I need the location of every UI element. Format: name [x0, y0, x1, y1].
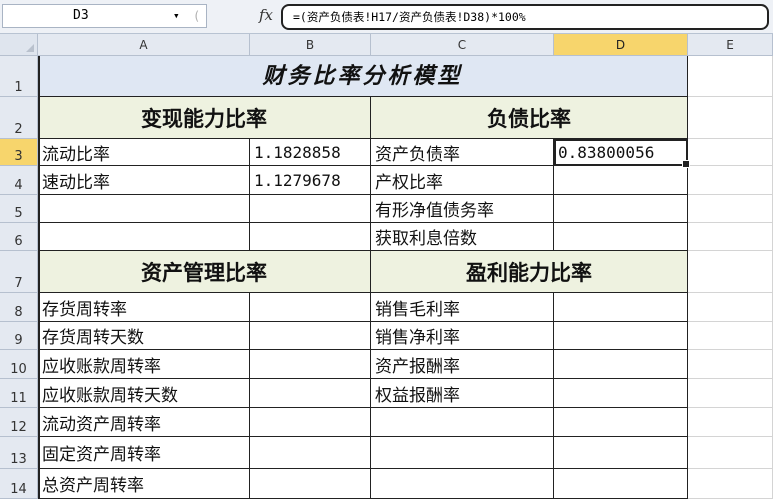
cell-e4[interactable] — [688, 166, 773, 195]
section-debt[interactable]: 负债比率 — [371, 97, 688, 139]
cell-e9[interactable] — [688, 322, 773, 350]
cell-c10[interactable]: 资产报酬率 — [371, 350, 554, 379]
active-cell-selection[interactable] — [554, 139, 690, 168]
row-header-11[interactable]: 11 — [0, 379, 38, 408]
cell-c9[interactable]: 销售净利率 — [371, 322, 554, 350]
column-header-bar: A B C D E — [0, 34, 773, 56]
cell-d12[interactable] — [554, 408, 688, 437]
row-header-8[interactable]: 8 — [0, 293, 38, 322]
cell-d4[interactable] — [554, 166, 688, 195]
cell-d14[interactable] — [554, 469, 688, 499]
cell-b13[interactable] — [250, 437, 371, 469]
cell-a11[interactable]: 应收账款周转天数 — [38, 379, 250, 408]
name-box-value: D3 — [73, 8, 89, 23]
cell-a10[interactable]: 应收账款周转率 — [38, 350, 250, 379]
cell-c6[interactable]: 获取利息倍数 — [371, 223, 554, 251]
cell-b3[interactable]: 1.1828858 — [250, 139, 371, 166]
formula-bar: D3 ▾ ( fx =(资产负债表!H17/资产负债表!D38)*100% — [0, 0, 773, 34]
cell-e3[interactable] — [688, 139, 773, 166]
cell-a3[interactable]: 流动比率 — [38, 139, 250, 166]
name-box-dropdown-icon[interactable]: ▾ — [173, 5, 180, 27]
section-profitability[interactable]: 盈利能力比率 — [371, 251, 688, 293]
cell-e14[interactable] — [688, 469, 773, 499]
cell-d13[interactable] — [554, 437, 688, 469]
column-header-c[interactable]: C — [371, 34, 554, 56]
formula-cancel-icon[interactable]: ( — [193, 5, 200, 27]
cell-c3[interactable]: 资产负债率 — [371, 139, 554, 166]
cell-b14[interactable] — [250, 469, 371, 499]
row-header-6[interactable]: 6 — [0, 223, 38, 251]
table-left-border — [38, 56, 40, 499]
cell-e6[interactable] — [688, 223, 773, 251]
row-header-3[interactable]: 3 — [0, 139, 38, 166]
cell-d8[interactable] — [554, 293, 688, 322]
cell-a9[interactable]: 存货周转天数 — [38, 322, 250, 350]
cell-b4[interactable]: 1.1279678 — [250, 166, 371, 195]
select-all-corner[interactable] — [0, 34, 38, 56]
row-header-14[interactable]: 14 — [0, 469, 38, 499]
formula-input[interactable]: =(资产负债表!H17/资产负债表!D38)*100% — [281, 4, 769, 30]
cell-e12[interactable] — [688, 408, 773, 437]
cell-e13[interactable] — [688, 437, 773, 469]
cell-d10[interactable] — [554, 350, 688, 379]
row-header-7[interactable]: 7 — [0, 251, 38, 293]
cell-c14[interactable] — [371, 469, 554, 499]
column-header-e[interactable]: E — [688, 34, 773, 56]
cell-e10[interactable] — [688, 350, 773, 379]
fill-handle[interactable] — [682, 160, 690, 168]
cell-b5[interactable] — [250, 195, 371, 223]
name-box[interactable]: D3 ▾ ( — [2, 4, 207, 28]
row-header-12[interactable]: 12 — [0, 408, 38, 437]
row-header-13[interactable]: 13 — [0, 437, 38, 469]
cell-c11[interactable]: 权益报酬率 — [371, 379, 554, 408]
cell-b11[interactable] — [250, 379, 371, 408]
cell-e7[interactable] — [688, 251, 773, 293]
section-asset-management[interactable]: 资产管理比率 — [38, 251, 371, 293]
cell-a12[interactable]: 流动资产周转率 — [38, 408, 250, 437]
cell-c4[interactable]: 产权比率 — [371, 166, 554, 195]
row-header-9[interactable]: 9 — [0, 322, 38, 350]
sheet-title[interactable]: 财务比率分析模型 — [38, 56, 688, 97]
cell-a14[interactable]: 总资产周转率 — [38, 469, 250, 499]
cell-b9[interactable] — [250, 322, 371, 350]
cell-b12[interactable] — [250, 408, 371, 437]
cell-d5[interactable] — [554, 195, 688, 223]
cell-c8[interactable]: 销售毛利率 — [371, 293, 554, 322]
cell-a8[interactable]: 存货周转率 — [38, 293, 250, 322]
row-header-1[interactable]: 1 — [0, 56, 38, 97]
cell-d6[interactable] — [554, 223, 688, 251]
row-header-4[interactable]: 4 — [0, 166, 38, 195]
row-header-10[interactable]: 10 — [0, 350, 38, 379]
cell-b10[interactable] — [250, 350, 371, 379]
cell-e8[interactable] — [688, 293, 773, 322]
row-header-5[interactable]: 5 — [0, 195, 38, 223]
cell-e5[interactable] — [688, 195, 773, 223]
cell-c13[interactable] — [371, 437, 554, 469]
column-header-a[interactable]: A — [38, 34, 250, 56]
cell-c5[interactable]: 有形净值债务率 — [371, 195, 554, 223]
cell-e1[interactable] — [688, 56, 773, 97]
cell-c12[interactable] — [371, 408, 554, 437]
cell-d11[interactable] — [554, 379, 688, 408]
cell-a6[interactable] — [38, 223, 250, 251]
column-header-b[interactable]: B — [250, 34, 371, 56]
cell-e11[interactable] — [688, 379, 773, 408]
section-liquidity[interactable]: 变现能力比率 — [38, 97, 371, 139]
cell-a13[interactable]: 固定资产周转率 — [38, 437, 250, 469]
cell-b8[interactable] — [250, 293, 371, 322]
cell-a4[interactable]: 速动比率 — [38, 166, 250, 195]
cell-e2[interactable] — [688, 97, 773, 139]
column-header-d[interactable]: D — [554, 34, 688, 56]
cell-d9[interactable] — [554, 322, 688, 350]
cell-b6[interactable] — [250, 223, 371, 251]
row-header-2[interactable]: 2 — [0, 97, 38, 139]
cell-a5[interactable] — [38, 195, 250, 223]
insert-function-icon[interactable]: fx — [259, 6, 273, 24]
